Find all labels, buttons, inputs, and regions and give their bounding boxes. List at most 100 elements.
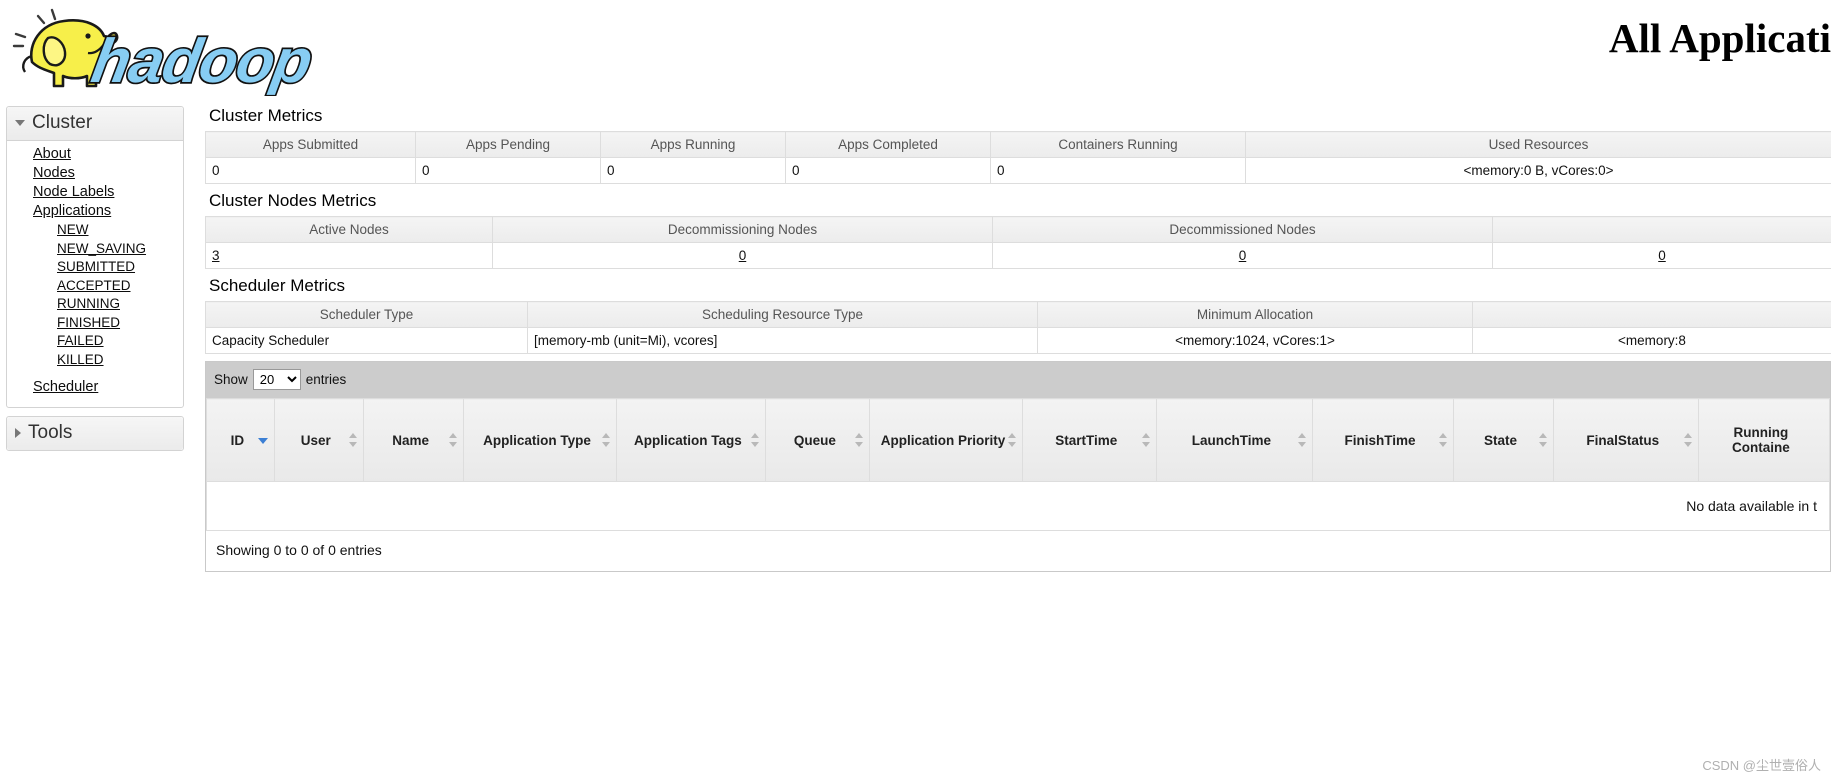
sort-both-icon [1007, 433, 1017, 447]
decommissioned-nodes-link[interactable]: 0 [1239, 248, 1247, 263]
table-header-row: Apps Submitted Apps Pending Apps Running… [205, 131, 1831, 158]
col-user-label: User [300, 432, 331, 448]
tools-panel-header[interactable]: Tools [7, 417, 183, 450]
sidebar-item-state-running[interactable]: RUNNING [7, 295, 183, 314]
sort-both-icon [449, 433, 458, 447]
main-content: Cluster Metrics Apps Submitted Apps Pend… [205, 106, 1831, 572]
col-application-priority-label: Application Priority [880, 432, 1006, 448]
col-start-time-label: StartTime [1055, 432, 1118, 448]
svg-text:hadoop: hadoop [87, 26, 317, 95]
page-size-select[interactable]: 20 50 100 [252, 369, 301, 390]
cluster-nodes-metrics-title: Cluster Nodes Metrics [209, 191, 377, 210]
col-apps-completed: Apps Completed [785, 131, 991, 158]
col-id[interactable]: ID [206, 398, 275, 482]
col-apps-pending: Apps Pending [415, 131, 601, 158]
cluster-panel-label: Cluster [32, 112, 93, 133]
col-state[interactable]: State [1453, 398, 1554, 482]
col-application-tags[interactable]: Application Tags [615, 398, 767, 482]
sidebar-item-about[interactable]: About [7, 145, 183, 164]
col-name-label: Name [392, 432, 429, 448]
cell-nodes-overflow: 0 [1492, 242, 1831, 269]
col-state-label: State [1484, 432, 1518, 448]
sidebar-item-node-labels[interactable]: Node Labels [7, 183, 183, 202]
col-queue[interactable]: Queue [765, 398, 871, 482]
sidebar-item-state-failed[interactable]: FAILED [7, 332, 183, 351]
col-running-containers-label: Running Containe [1732, 425, 1790, 455]
sidebar-item-scheduler[interactable]: Scheduler [7, 378, 183, 397]
datatable-info: Showing 0 to 0 of 0 entries [216, 542, 382, 558]
cell-apps-submitted: 0 [205, 157, 416, 184]
cluster-metrics-table: Apps Submitted Apps Pending Apps Running… [205, 131, 1831, 184]
entries-label: entries [305, 372, 347, 387]
cluster-panel-body: About Nodes Node Labels Applications NEW… [7, 141, 183, 407]
sort-both-icon [1683, 433, 1693, 447]
col-used-resources: Used Resources [1245, 131, 1831, 158]
col-launch-time-label: LaunchTime [1191, 432, 1272, 448]
sidebar-item-state-new[interactable]: NEW [7, 221, 183, 240]
table-row: Capacity Scheduler [memory-mb (unit=Mi),… [205, 327, 1831, 354]
tools-panel-label: Tools [28, 422, 73, 443]
col-scheduling-resource-type: Scheduling Resource Type [527, 301, 1038, 328]
tools-panel: Tools [6, 416, 184, 451]
decommissioning-nodes-link[interactable]: 0 [739, 248, 747, 263]
col-finish-time[interactable]: FinishTime [1311, 398, 1455, 482]
cell-decommissioning-nodes: 0 [492, 242, 993, 269]
sort-desc-icon [257, 438, 268, 444]
sort-both-icon [1142, 433, 1151, 447]
col-start-time[interactable]: StartTime [1021, 398, 1158, 482]
applications-table: ID User Name Application Type Applicatio… [206, 398, 1831, 531]
sort-both-icon [1538, 433, 1548, 447]
col-application-tags-label: Application Tags [634, 432, 742, 448]
sidebar: Cluster About Nodes Node Labels Applicat… [6, 106, 184, 459]
sort-both-icon [601, 433, 611, 447]
sort-both-icon [751, 433, 760, 447]
cell-active-nodes: 3 [205, 242, 493, 269]
active-nodes-link[interactable]: 3 [212, 248, 220, 263]
cluster-metrics-title: Cluster Metrics [209, 106, 323, 125]
sort-both-icon [1297, 433, 1307, 447]
cell-apps-running: 0 [600, 157, 786, 184]
cell-scheduling-resource-type: [memory-mb (unit=Mi), vcores] [527, 327, 1038, 354]
sidebar-item-state-finished[interactable]: FINISHED [7, 314, 183, 333]
table-header-row: ID User Name Application Type Applicatio… [206, 398, 1831, 482]
sidebar-item-state-accepted[interactable]: ACCEPTED [7, 277, 183, 296]
sort-both-icon [855, 433, 864, 447]
col-application-priority[interactable]: Application Priority [869, 398, 1023, 482]
sidebar-item-state-killed[interactable]: KILLED [7, 351, 183, 370]
col-queue-label: Queue [793, 432, 836, 448]
table-row: 3 0 0 0 [205, 242, 1831, 269]
col-name[interactable]: Name [362, 398, 465, 482]
col-user[interactable]: User [273, 398, 364, 482]
col-running-containers[interactable]: Running Containe [1697, 398, 1831, 482]
cell-minimum-allocation: <memory:1024, vCores:1> [1037, 327, 1473, 354]
sort-both-icon [348, 433, 358, 447]
col-application-type[interactable]: Application Type [463, 398, 617, 482]
col-launch-time[interactable]: LaunchTime [1156, 398, 1313, 482]
col-final-status[interactable]: FinalStatus [1552, 398, 1699, 482]
col-decommissioning-nodes: Decommissioning Nodes [492, 216, 993, 243]
col-id-label: ID [230, 432, 245, 448]
col-nodes-overflow [1492, 216, 1831, 243]
sidebar-item-applications[interactable]: Applications [7, 202, 183, 221]
table-row: 0 0 0 0 0 <memory:0 B, vCores:0> [205, 157, 1831, 184]
col-finish-time-label: FinishTime [1344, 432, 1416, 448]
cluster-panel-header[interactable]: Cluster [7, 107, 183, 141]
scheduler-metrics-title: Scheduler Metrics [209, 276, 346, 295]
hadoop-logo[interactable]: hadoop [8, 4, 338, 96]
csdn-watermark: CSDN @尘世壹俗人 [1702, 758, 1821, 773]
applications-datatable: Show 20 50 100 entries ID User Name [205, 361, 1831, 572]
show-label: Show [214, 372, 248, 387]
cell-used-resources: <memory:0 B, vCores:0> [1245, 157, 1831, 184]
col-active-nodes: Active Nodes [205, 216, 493, 243]
datatable-length-bar: Show 20 50 100 entries [206, 362, 1830, 398]
scheduler-metrics-table: Scheduler Type Scheduling Resource Type … [205, 301, 1831, 354]
sidebar-item-nodes[interactable]: Nodes [7, 164, 183, 183]
sidebar-item-state-new-saving[interactable]: NEW_SAVING [7, 240, 183, 259]
cell-apps-completed: 0 [785, 157, 991, 184]
sidebar-item-state-submitted[interactable]: SUBMITTED [7, 258, 183, 277]
col-apps-submitted: Apps Submitted [205, 131, 416, 158]
chevron-right-icon [15, 428, 21, 438]
col-containers-running: Containers Running [990, 131, 1246, 158]
nodes-overflow-link[interactable]: 0 [1658, 248, 1666, 263]
